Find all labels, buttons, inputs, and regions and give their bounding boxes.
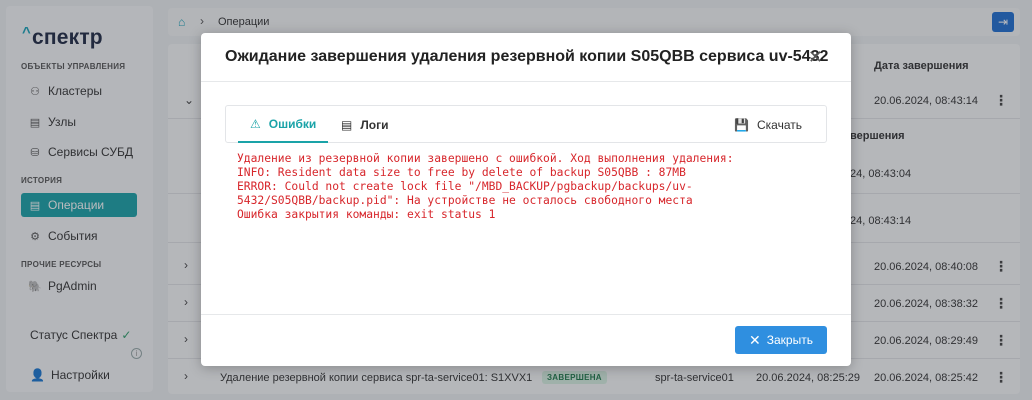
dialog-title: Ожидание завершения удаления резервной к… [225,48,829,65]
backup-deletion-dialog: Ожидание завершения удаления резервной к… [201,33,851,366]
document-icon: ▤ [341,117,353,132]
close-button-label: Закрыть [766,333,813,347]
save-icon: 💾 [734,117,749,132]
tab-bar: ⚠ Ошибки ▤ Логи 💾 Скачать [225,105,827,143]
tab-label: Логи [360,117,389,132]
close-icon[interactable]: ✕ [808,47,823,68]
divider [201,81,851,82]
download-label: Скачать [757,117,802,132]
error-log-text: Удаление из резервной копии завершено с … [237,152,734,221]
tab-logs[interactable]: ▤ Логи [341,106,388,143]
close-icon: ✕ [749,331,761,348]
warning-icon: ⚠ [250,116,261,131]
tab-errors[interactable]: ⚠ Ошибки [238,106,329,143]
close-button[interactable]: ✕ Закрыть [735,326,827,354]
download-button[interactable]: 💾 Скачать [734,106,802,143]
tab-label: Ошибки [268,116,317,131]
divider [201,314,851,315]
